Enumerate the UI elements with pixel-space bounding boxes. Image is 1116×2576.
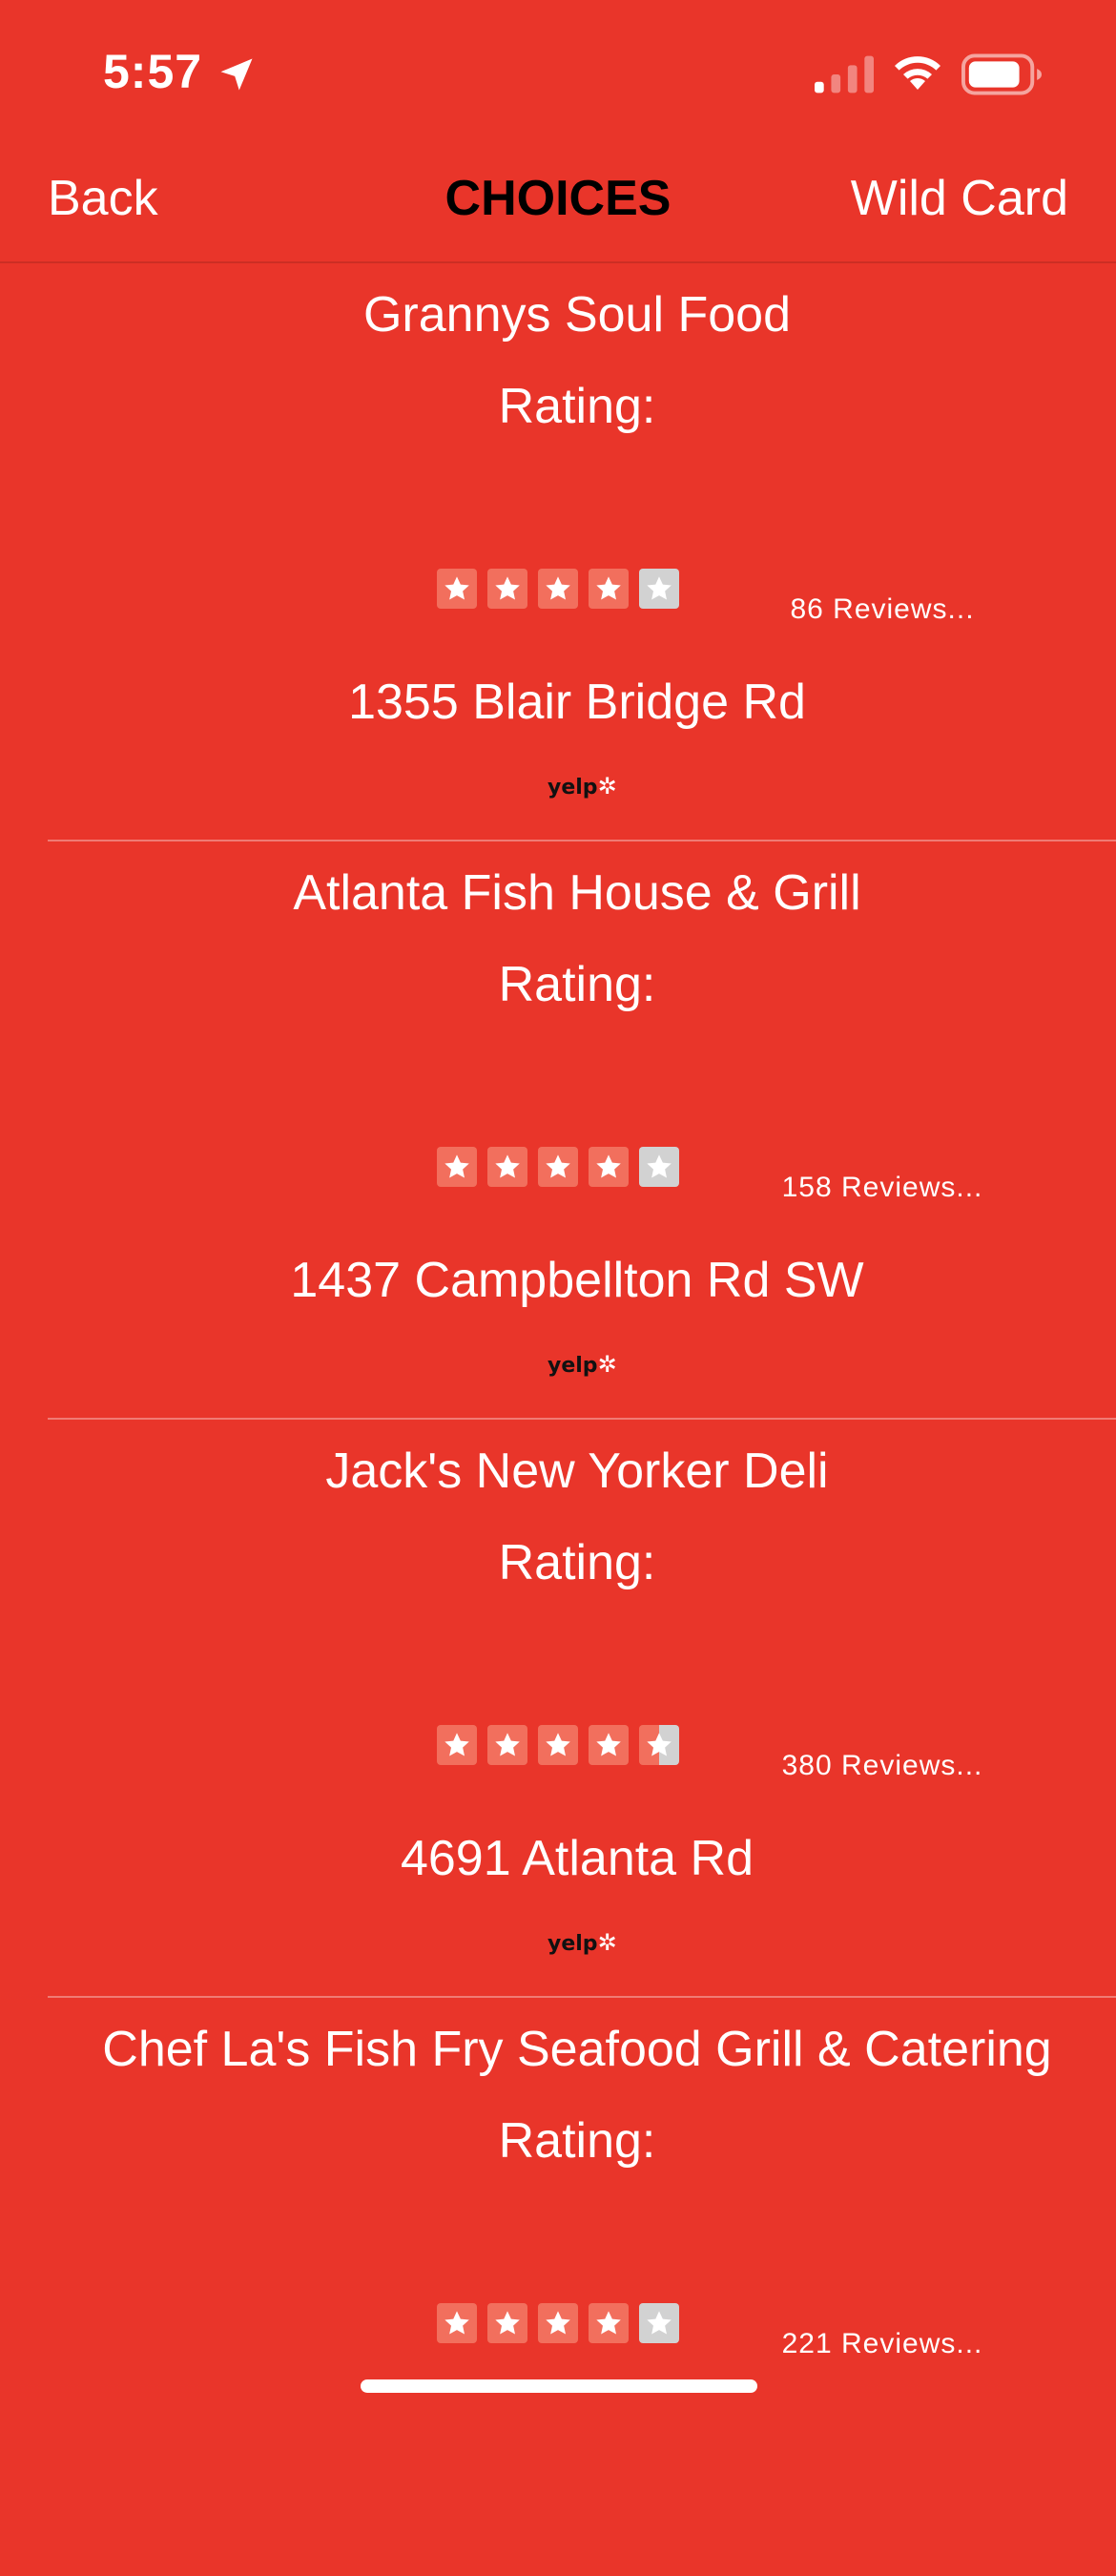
- navigation-bar: Back CHOICES Wild Card: [0, 134, 1116, 263]
- yelp-logo-text: yelp: [548, 1932, 598, 1956]
- star-rating: [437, 569, 679, 609]
- restaurant-card[interactable]: Grannys Soul Food Rating: 86 Reviews... …: [0, 263, 1116, 841]
- star-icon: [437, 1725, 477, 1765]
- yelp-logo-icon[interactable]: yelp✲: [548, 1929, 617, 1956]
- wifi-icon: [895, 56, 940, 90]
- rating-label: Rating:: [498, 1535, 656, 1590]
- yelp-logo-text: yelp: [548, 1354, 598, 1378]
- cellular-signal-icon: [815, 55, 874, 93]
- star-icon: [437, 1147, 477, 1187]
- star-icon: [639, 2303, 679, 2343]
- wild-card-button[interactable]: Wild Card: [851, 170, 1068, 227]
- star-icon: [538, 1725, 578, 1765]
- battery-icon: [961, 53, 1043, 95]
- restaurant-card[interactable]: Atlanta Fish House & Grill Rating: 158 R…: [0, 841, 1116, 1420]
- star-icon: [538, 569, 578, 609]
- star-rating: [437, 1725, 679, 1765]
- star-icon: [639, 569, 679, 609]
- star-icon: [589, 1725, 629, 1765]
- yelp-logo-text: yelp: [548, 776, 598, 800]
- yelp-logo-icon[interactable]: yelp✲: [548, 1351, 617, 1378]
- location-arrow-icon: [220, 58, 253, 91]
- star-icon: [487, 1725, 527, 1765]
- star-icon: [589, 2303, 629, 2343]
- status-time: 5:57: [103, 45, 203, 98]
- restaurant-name: Chef La's Fish Fry Seafood Grill & Cater…: [102, 2022, 1052, 2077]
- star-icon: [437, 569, 477, 609]
- status-bar: 5:57: [0, 0, 1116, 134]
- star-icon: [589, 1147, 629, 1187]
- restaurant-name: Atlanta Fish House & Grill: [293, 865, 861, 921]
- yelp-logo-icon[interactable]: yelp✲: [548, 773, 617, 800]
- back-button[interactable]: Back: [48, 170, 158, 227]
- restaurant-card[interactable]: Jack's New Yorker Deli Rating: 380 Revie…: [0, 1420, 1116, 1998]
- restaurant-address: 1355 Blair Bridge Rd: [348, 675, 806, 730]
- star-rating: [437, 1147, 679, 1187]
- star-icon: [487, 2303, 527, 2343]
- reviews-link[interactable]: 380 Reviews...: [744, 1750, 1021, 1782]
- star-icon: [538, 1147, 578, 1187]
- reviews-link[interactable]: 158 Reviews...: [744, 1172, 1021, 1204]
- restaurant-name: Jack's New Yorker Deli: [325, 1444, 829, 1499]
- star-icon: [487, 1147, 527, 1187]
- reviews-link[interactable]: 86 Reviews...: [744, 593, 1021, 626]
- star-icon: [589, 569, 629, 609]
- star-rating: [437, 2303, 679, 2343]
- restaurant-list[interactable]: Grannys Soul Food Rating: 86 Reviews... …: [0, 263, 1116, 2576]
- restaurant-address: 4691 Atlanta Rd: [400, 1831, 754, 1886]
- reviews-link[interactable]: 221 Reviews...: [744, 2328, 1021, 2360]
- rating-label: Rating:: [498, 2113, 656, 2169]
- restaurant-name: Grannys Soul Food: [362, 287, 792, 343]
- star-icon: [538, 2303, 578, 2343]
- restaurant-address: 1437 Campbellton Rd SW: [290, 1253, 864, 1308]
- star-icon: [639, 1725, 679, 1765]
- star-icon: [639, 1147, 679, 1187]
- star-icon: [437, 2303, 477, 2343]
- rating-label: Rating:: [498, 379, 656, 434]
- star-icon: [487, 569, 527, 609]
- rating-label: Rating:: [498, 957, 656, 1012]
- home-indicator[interactable]: [361, 2379, 757, 2393]
- restaurant-card[interactable]: Chef La's Fish Fry Seafood Grill & Cater…: [0, 1998, 1116, 2576]
